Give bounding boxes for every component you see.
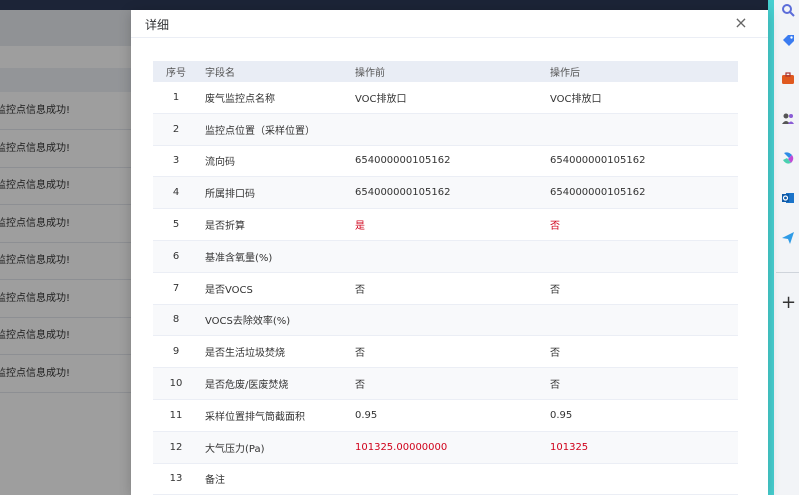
cell-field: 采样位置排气筒截面积	[205, 411, 305, 423]
cell-before: VOC排放口	[355, 93, 407, 105]
table-header: 序号 字段名 操作前 操作后	[153, 61, 738, 82]
cell-index: 1	[172, 91, 180, 103]
table-row[interactable]: 6 基准含氧量(%)	[153, 240, 738, 273]
table-row[interactable]: 13 备注	[153, 464, 738, 495]
cell-index: 7	[172, 282, 180, 294]
table-row[interactable]: 10 是否危废/医废焚烧 否 否	[153, 368, 738, 400]
cell-before: 否	[355, 348, 365, 360]
cell-field: 是否VOCS	[205, 284, 253, 296]
detail-dialog: 详细 × 序号 字段名 操作前 操作后 1 废气监控点名称 VOC排放口 VOC排放口…	[131, 10, 768, 495]
cell-before	[355, 241, 550, 272]
cell-field: 是否危废/医废焚烧	[205, 380, 289, 392]
table-row[interactable]: 8 VOCS去除效率(%)	[153, 304, 738, 337]
cell-after: 否	[550, 348, 560, 360]
close-icon[interactable]: ×	[733, 13, 749, 33]
table-row[interactable]: 11 采样位置排气筒截面积 0.95 0.95	[153, 400, 738, 432]
cell-after: 否	[550, 221, 560, 233]
cell-index: 9	[172, 346, 180, 358]
column-header-index: 序号	[166, 68, 186, 79]
cell-field: 大气压力(Pa)	[205, 443, 265, 455]
cell-after: VOC排放口	[550, 93, 602, 105]
table-row[interactable]: 9 是否生活垃圾焚烧 否 否	[153, 336, 738, 369]
cell-before: 是	[355, 221, 365, 233]
column-header-field: 字段名	[205, 68, 235, 79]
outlook-icon[interactable]	[780, 190, 796, 206]
cell-index: 4	[172, 187, 180, 199]
cell-before	[355, 114, 550, 145]
cell-after: 101325	[550, 441, 589, 453]
detail-table: 序号 字段名 操作前 操作后 1 废气监控点名称 VOC排放口 VOC排放口 2 监控点位…	[153, 61, 738, 495]
cell-field: 废气监控点名称	[205, 93, 275, 105]
cell-before: 0.95	[355, 409, 378, 421]
cell-before: 否	[355, 284, 365, 296]
cell-before	[355, 464, 550, 495]
table-row[interactable]: 7 是否VOCS 否 否	[153, 273, 738, 305]
cell-after	[550, 241, 738, 272]
cell-before: 654000000105162	[355, 187, 451, 199]
cell-after	[550, 305, 738, 336]
cell-index: 5	[172, 219, 180, 231]
cell-field: 备注	[205, 475, 225, 487]
cell-index: 6	[172, 250, 180, 262]
table-row[interactable]: 2 监控点位置（采样位置）	[153, 113, 738, 146]
cell-index: 8	[172, 314, 180, 326]
table-body: 1 废气监控点名称 VOC排放口 VOC排放口 2 监控点位置（采样位置） 3 流向码 6540…	[153, 82, 738, 495]
table-row[interactable]: 12 大气压力(Pa) 101325.00000000 101325	[153, 431, 738, 464]
tag-icon[interactable]	[780, 32, 796, 48]
table-row[interactable]: 5 是否折算 是 否	[153, 209, 738, 241]
add-icon[interactable]: +	[781, 294, 796, 312]
column-header-after: 操作后	[550, 68, 580, 79]
cell-field: VOCS去除效率(%)	[205, 316, 291, 328]
copilot-icon[interactable]	[780, 150, 796, 166]
cell-after	[550, 114, 738, 145]
cell-index: 11	[169, 409, 183, 421]
cell-index: 12	[169, 441, 183, 453]
cell-field: 是否折算	[205, 221, 245, 233]
cell-field: 所属排口码	[205, 189, 255, 201]
briefcase-icon[interactable]	[780, 70, 796, 86]
cell-before: 101325.00000000	[355, 441, 448, 453]
cell-after	[550, 464, 738, 495]
sidebar-divider	[776, 272, 799, 273]
cell-after: 654000000105162	[550, 155, 646, 167]
cell-after: 0.95	[550, 409, 573, 421]
cell-field: 基准含氧量(%)	[205, 252, 273, 264]
cell-index: 10	[169, 378, 183, 390]
table-row[interactable]: 1 废气监控点名称 VOC排放口 VOC排放口	[153, 82, 738, 114]
cell-field: 监控点位置（采样位置）	[205, 125, 315, 137]
cell-field: 流向码	[205, 157, 235, 169]
cell-after: 654000000105162	[550, 187, 646, 199]
column-header-before: 操作前	[355, 68, 385, 79]
dialog-title: 详细	[145, 18, 170, 32]
table-row[interactable]: 3 流向码 654000000105162 654000000105162	[153, 146, 738, 178]
cell-after: 否	[550, 284, 560, 296]
cell-before: 否	[355, 380, 365, 392]
search-icon[interactable]	[780, 2, 796, 18]
cell-before	[355, 305, 550, 336]
cell-index: 13	[169, 473, 183, 485]
cell-index: 2	[172, 123, 180, 135]
people-icon[interactable]	[780, 110, 796, 126]
cell-before: 654000000105162	[355, 155, 451, 167]
cell-field: 是否生活垃圾焚烧	[205, 348, 285, 360]
cell-index: 3	[172, 155, 180, 167]
cell-after: 否	[550, 380, 560, 392]
table-row[interactable]: 4 所属排口码 654000000105162 654000000105162	[153, 177, 738, 210]
send-icon[interactable]	[780, 230, 796, 246]
dialog-header: 详细 ×	[131, 10, 768, 38]
